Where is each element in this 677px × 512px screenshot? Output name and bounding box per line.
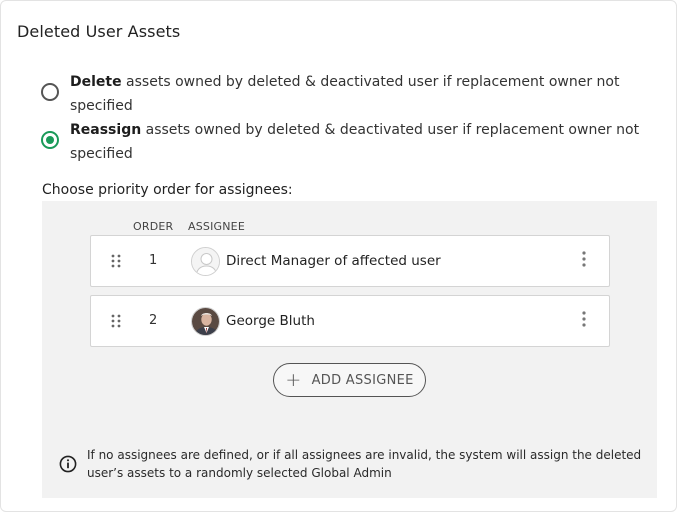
priority-order-label: Choose priority order for assignees: (42, 182, 293, 198)
assignee-name: Direct Manager of affected user (226, 253, 441, 269)
assignee-order: 1 (149, 253, 158, 268)
assignee-row[interactable]: 2 George Bluth (90, 295, 610, 347)
assignee-order: 2 (149, 313, 158, 328)
reassign-radio[interactable] (41, 131, 59, 149)
info-message: If no assignees are defined, or if all a… (87, 448, 642, 480)
delete-radio[interactable] (41, 83, 59, 101)
order-column-header: ORDER (133, 220, 174, 233)
assignee-panel: ORDER ASSIGNEE 1 Direct Manager of affec… (42, 201, 657, 498)
user-photo-icon (191, 307, 220, 336)
reassign-option[interactable]: Reassign assets owned by deleted & deact… (41, 118, 641, 166)
drag-handle-icon[interactable] (111, 254, 121, 268)
add-assignee-button[interactable]: + ADD ASSIGNEE (273, 363, 426, 397)
info-icon (59, 455, 77, 473)
delete-option[interactable]: Delete assets owned by deleted & deactiv… (41, 70, 641, 118)
drag-handle-icon[interactable] (111, 314, 121, 328)
more-options-icon[interactable] (581, 310, 587, 328)
delete-option-label: Delete assets owned by deleted & deactiv… (70, 74, 620, 114)
plus-icon: + (285, 368, 302, 391)
default-user-icon (191, 247, 220, 276)
reassign-option-label: Reassign assets owned by deleted & deact… (70, 122, 640, 162)
assignee-row[interactable]: 1 Direct Manager of affected user (90, 235, 610, 287)
more-options-icon[interactable] (581, 250, 587, 268)
assignee-name: George Bluth (226, 313, 315, 329)
add-assignee-label: ADD ASSIGNEE (311, 372, 414, 388)
section-title: Deleted User Assets (17, 22, 181, 41)
assignee-column-header: ASSIGNEE (188, 220, 245, 233)
deleted-user-assets-card: Deleted User Assets Delete assets owned … (0, 0, 677, 512)
